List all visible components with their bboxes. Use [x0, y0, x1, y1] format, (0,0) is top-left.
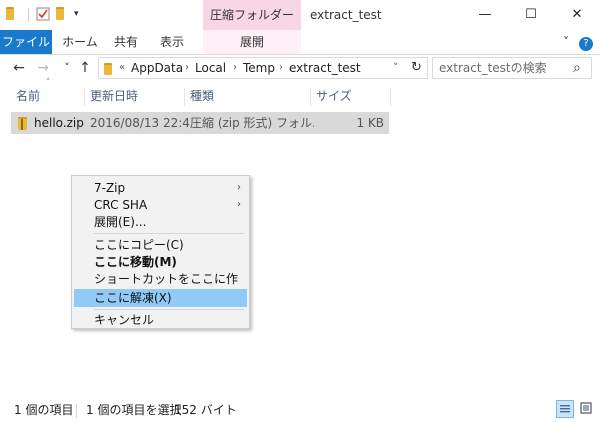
- back-button[interactable]: ←: [10, 58, 28, 78]
- search-icon[interactable]: ⌕: [573, 58, 581, 78]
- breadcrumb-temp[interactable]: Temp: [243, 58, 275, 78]
- address-bar[interactable]: « AppData › Local › Temp › extract_test …: [98, 57, 428, 79]
- customize-toolbar-icon[interactable]: ▾: [74, 7, 88, 21]
- menu-item-extract-here[interactable]: ここに解凍(X): [74, 289, 247, 307]
- menu-item-label: 展開(E)...: [94, 215, 147, 229]
- file-date-modified: 2016/08/13 22:42: [90, 116, 190, 130]
- file-row-hello-zip[interactable]: hello.zip 2016/08/13 22:42 圧縮 (zip 形式) フ…: [11, 112, 389, 134]
- compressed-folder-tools-header: 圧縮フォルダー ツール: [203, 0, 301, 52]
- menu-item-label: ここにコピー(C): [94, 238, 184, 252]
- toolbar-divider: [28, 8, 29, 22]
- menu-item-label: ここに移動(M): [94, 255, 177, 269]
- breadcrumb-extract-test[interactable]: extract_test: [289, 58, 361, 78]
- context-menu: 7-Zip › CRC SHA › 展開(E)... ここにコピー(C) ここに…: [71, 175, 250, 329]
- sort-indicator-icon: ˄: [46, 78, 51, 88]
- close-button[interactable]: ✕: [554, 0, 600, 30]
- status-selected-size: 152 バイト: [174, 403, 237, 417]
- folder-icon: [6, 7, 20, 21]
- file-name[interactable]: hello.zip: [34, 113, 94, 133]
- menu-item-copy-here[interactable]: ここにコピー(C): [74, 236, 247, 254]
- forward-button[interactable]: →: [34, 58, 52, 78]
- menu-separator: [94, 309, 244, 310]
- breadcrumb-appdata[interactable]: AppData: [131, 58, 183, 78]
- search-input[interactable]: extract_testの検索: [439, 58, 547, 78]
- minimize-button[interactable]: —: [462, 0, 508, 30]
- menu-item-move-here[interactable]: ここに移動(M): [74, 253, 247, 271]
- address-dropdown-button[interactable]: ˅: [393, 58, 399, 78]
- column-divider[interactable]: [184, 88, 185, 106]
- tab-share[interactable]: 共有: [108, 30, 144, 54]
- menu-item-label: 7-Zip: [94, 181, 126, 195]
- menu-item-crc-sha[interactable]: CRC SHA ›: [74, 196, 247, 214]
- menu-item-cancel[interactable]: キャンセル: [74, 311, 247, 329]
- help-icon[interactable]: ?: [578, 30, 594, 54]
- menu-separator: [94, 233, 244, 234]
- column-type[interactable]: 種類: [190, 86, 214, 106]
- menu-item-create-shortcut[interactable]: ショートカットをここに作成(S): [74, 270, 247, 304]
- breadcrumb-separator[interactable]: ›: [279, 58, 283, 78]
- large-icons-view-icon[interactable]: [578, 400, 596, 418]
- zip-folder-icon: [18, 117, 27, 130]
- column-header-row: ˄ 名前 更新日時 種類 サイズ: [0, 78, 600, 108]
- column-size[interactable]: サイズ: [316, 86, 352, 106]
- refresh-icon[interactable]: ↻: [411, 58, 422, 78]
- column-divider[interactable]: [390, 88, 391, 106]
- breadcrumb-local[interactable]: Local: [195, 58, 226, 78]
- breadcrumb-overflow[interactable]: «: [119, 58, 125, 78]
- status-item-count: 1 個の項目: [14, 403, 74, 417]
- ribbon-tabs: ファイル ホーム 共有 表示 展開 ˅ ?: [0, 30, 600, 55]
- up-button[interactable]: ↑: [76, 58, 94, 78]
- file-size: 1 KB: [356, 116, 384, 130]
- help-icon-glyph: ?: [579, 37, 593, 51]
- tab-extract[interactable]: 展開: [203, 30, 301, 54]
- menu-item-extract-all[interactable]: 展開(E)...: [74, 213, 247, 231]
- collapse-ribbon-icon[interactable]: ˅: [558, 30, 574, 54]
- tab-home[interactable]: ホーム: [58, 30, 102, 54]
- status-bar: 1 個の項目 1 個の項目を選択 152 バイト: [0, 398, 600, 422]
- submenu-arrow-icon: ›: [237, 199, 241, 210]
- menu-item-label: ここに解凍(X): [94, 291, 172, 305]
- recent-locations-button[interactable]: ˅: [58, 58, 76, 78]
- search-box[interactable]: extract_testの検索 ⌕: [432, 57, 592, 79]
- navigation-bar: ← → ˅ ↑ « AppData › Local › Temp › extra…: [0, 55, 600, 81]
- breadcrumb-separator[interactable]: ›: [233, 58, 237, 78]
- properties-icon[interactable]: [36, 7, 50, 21]
- title-bar: ▾ 圧縮フォルダー ツール extract_test — ☐ ✕: [0, 0, 600, 52]
- column-name[interactable]: 名前: [16, 86, 40, 106]
- breadcrumb-separator[interactable]: ›: [185, 58, 189, 78]
- menu-item-label: キャンセル: [94, 313, 155, 327]
- column-divider[interactable]: [310, 88, 311, 106]
- menu-item-7zip[interactable]: 7-Zip ›: [74, 179, 247, 197]
- details-view-icon[interactable]: [556, 400, 574, 418]
- file-type: 圧縮 (zip 形式) フォル...: [190, 116, 314, 130]
- tab-view[interactable]: 表示: [150, 30, 194, 54]
- submenu-arrow-icon: ›: [237, 182, 241, 193]
- window-title: extract_test: [310, 8, 382, 22]
- status-selected-count: 1 個の項目を選択: [86, 403, 182, 417]
- new-folder-icon[interactable]: [56, 7, 70, 21]
- folder-icon: [104, 63, 112, 75]
- status-divider: [76, 404, 77, 418]
- column-divider[interactable]: [84, 88, 85, 106]
- menu-item-label: CRC SHA: [94, 198, 148, 212]
- maximize-button[interactable]: ☐: [508, 0, 554, 30]
- column-date-modified[interactable]: 更新日時: [90, 86, 138, 106]
- tab-file[interactable]: ファイル: [0, 30, 52, 54]
